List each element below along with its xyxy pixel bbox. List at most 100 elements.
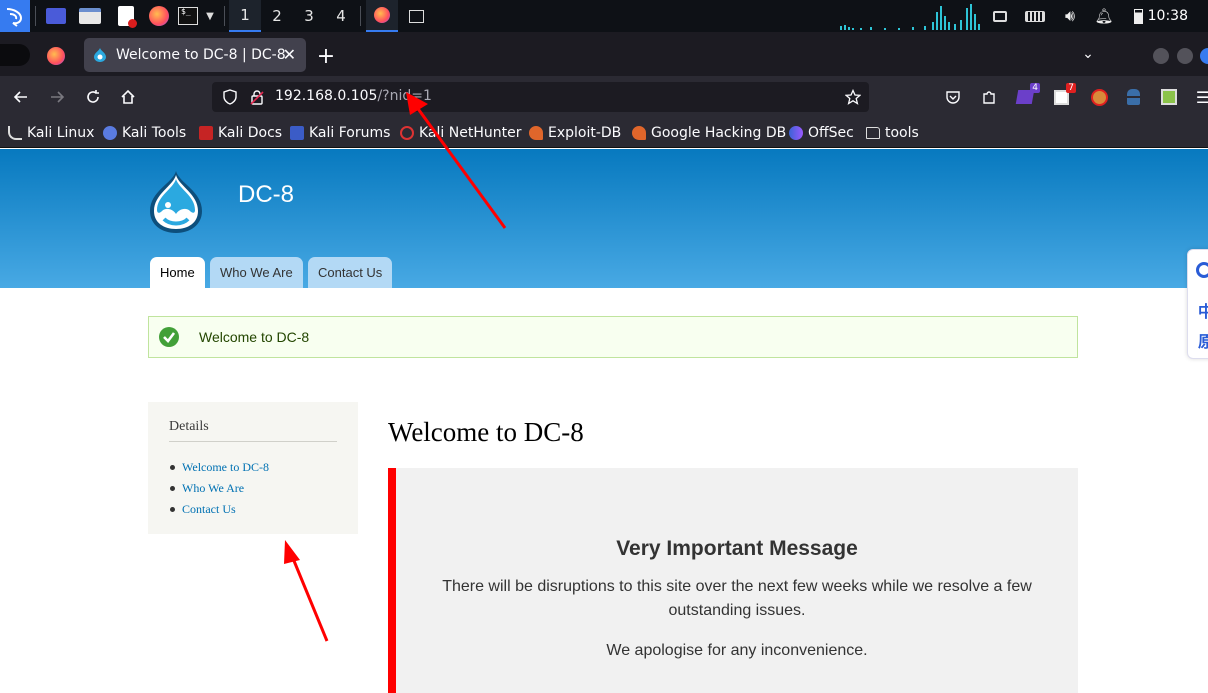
- file-manager-button[interactable]: [76, 0, 104, 32]
- page-title: Welcome to DC-8: [388, 417, 584, 447]
- url-text[interactable]: 192.168.0.105/?nid=1: [275, 88, 432, 104]
- tab-strip: Welcome to DC-8 | DC-8 ✕ + ⌄: [0, 32, 1208, 76]
- url-host: 192.168.0.105: [275, 88, 378, 104]
- tab-contact-us[interactable]: Contact Us: [308, 257, 393, 288]
- bookmark-kali-linux[interactable]: Kali Linux: [8, 124, 94, 142]
- bookmark-offsec[interactable]: OffSec: [789, 124, 854, 142]
- list-item: Contact Us: [169, 499, 269, 520]
- minimize-button[interactable]: [1153, 48, 1169, 64]
- url-bar[interactable]: 192.168.0.105/?nid=1: [212, 82, 869, 112]
- reload-icon: [87, 90, 99, 103]
- site-header: DC-8 Home Who We Are Contact Us: [0, 149, 1208, 288]
- extension-book-icon: [1161, 89, 1177, 105]
- bookmarks-toolbar: Kali Linux Kali Tools Kali Docs Kali For…: [0, 118, 1208, 148]
- kali-menu-button[interactable]: [0, 0, 30, 32]
- tab-home[interactable]: Home: [150, 257, 205, 288]
- sidebar-title: Details: [169, 419, 209, 434]
- folder-icon: [866, 127, 880, 139]
- cpu-graph: [840, 4, 980, 30]
- clock[interactable]: 10:38: [1148, 0, 1188, 32]
- tab-dc8[interactable]: Welcome to DC-8 | DC-8 ✕: [84, 38, 306, 72]
- desktop-icon: [46, 8, 66, 24]
- bookmark-kali-forums[interactable]: Kali Forums: [290, 124, 390, 142]
- power-tray[interactable]: [1130, 0, 1146, 32]
- terminal-launcher[interactable]: $_: [176, 0, 200, 32]
- desktop-button[interactable]: [42, 0, 70, 32]
- close-tab-icon[interactable]: ✕: [283, 45, 296, 64]
- extension-4-button[interactable]: [1118, 82, 1148, 112]
- important-message-block: Very Important Message There will be dis…: [388, 468, 1078, 693]
- puzzle-icon: [983, 91, 995, 104]
- screen-icon: [993, 10, 1007, 22]
- taskbar: $_ ▼ 1 2 3 4 🔊︎ 🔔︎ 10:38: [0, 0, 1208, 32]
- pocket-icon: [946, 91, 960, 104]
- chevron-down-icon: ▼: [206, 10, 214, 22]
- check-circle-icon: [159, 327, 179, 347]
- extension-5-button[interactable]: [1154, 82, 1184, 112]
- pocket-button[interactable]: [938, 82, 968, 112]
- widget-logo-icon: [1196, 262, 1208, 278]
- sidebar-link-who-we-are[interactable]: Who We Are: [182, 481, 244, 496]
- bookmark-kali-tools[interactable]: Kali Tools: [103, 124, 186, 142]
- close-window-button[interactable]: [1200, 48, 1208, 64]
- volume-tray[interactable]: 🔊︎: [1060, 0, 1080, 32]
- extension-1-button[interactable]: 4: [1010, 82, 1040, 112]
- forward-button[interactable]: [42, 82, 72, 112]
- bookmark-exploit-db[interactable]: Exploit-DB: [529, 124, 621, 142]
- reload-button[interactable]: [78, 82, 108, 112]
- extensions-button[interactable]: [974, 82, 1004, 112]
- tab-who-we-are[interactable]: Who We Are: [210, 257, 303, 288]
- important-apology: We apologise for any inconvenience.: [606, 642, 868, 659]
- shield-icon[interactable]: [222, 89, 238, 105]
- menu-button[interactable]: ☰: [1188, 82, 1208, 112]
- terminal-window-button[interactable]: [402, 0, 430, 32]
- extension-3-button[interactable]: [1084, 82, 1114, 112]
- bell-icon: 🔔︎: [1094, 7, 1114, 25]
- workspace-4[interactable]: 4: [325, 0, 357, 32]
- back-button[interactable]: [6, 82, 36, 112]
- extension-cookie-icon: [1090, 88, 1108, 106]
- offsec-icon: [789, 126, 803, 140]
- navigation-toolbar: 192.168.0.105/?nid=1 4 7 ☰: [0, 76, 1208, 118]
- keyboard-tray[interactable]: [1024, 0, 1046, 32]
- firefox-icon: [149, 6, 169, 26]
- screenshot-tray[interactable]: [990, 0, 1010, 32]
- keyboard-icon: [1025, 10, 1045, 22]
- home-button[interactable]: [113, 82, 143, 112]
- workspace-1[interactable]: 1: [229, 0, 261, 32]
- bookmark-kali-docs[interactable]: Kali Docs: [199, 124, 282, 142]
- firefox-launcher[interactable]: [145, 0, 173, 32]
- kali-menu-icon: [6, 8, 23, 27]
- side-widget[interactable]: 中 原: [1187, 249, 1208, 359]
- notifications-tray[interactable]: 🔔︎: [1094, 0, 1114, 32]
- extension-2-button[interactable]: 7: [1046, 82, 1076, 112]
- firefox-window-button[interactable]: [366, 0, 398, 32]
- site-name[interactable]: DC-8: [238, 181, 294, 209]
- bookmark-star-icon[interactable]: [845, 89, 861, 105]
- exploit-db-icon: [529, 126, 543, 140]
- bookmark-folder-tools[interactable]: tools: [866, 124, 919, 142]
- bookmark-kali-nethunter[interactable]: Kali NetHunter: [400, 124, 521, 142]
- drupal-logo-icon[interactable]: [146, 169, 206, 235]
- bookmark-google-hacking-db[interactable]: Google Hacking DB: [632, 124, 786, 142]
- workspace-2[interactable]: 2: [261, 0, 293, 32]
- drupal-favicon-icon: [94, 48, 106, 62]
- sidebar-link-welcome[interactable]: Welcome to DC-8: [182, 460, 269, 475]
- list-all-tabs-button[interactable]: ⌄: [1078, 44, 1098, 64]
- maximize-button[interactable]: [1177, 48, 1193, 64]
- workspace-3[interactable]: 3: [293, 0, 325, 32]
- launcher-dropdown[interactable]: ▼: [202, 0, 218, 32]
- widget-char-1: 中: [1198, 302, 1208, 321]
- nethunter-icon: [400, 126, 414, 140]
- ghdb-icon: [632, 126, 646, 140]
- hamburger-icon: ☰: [1195, 87, 1208, 107]
- firefox-view-button[interactable]: [44, 44, 68, 68]
- url-query: /?nid=1: [377, 88, 432, 104]
- new-tab-button[interactable]: +: [314, 43, 338, 69]
- widget-char-2: 原: [1198, 332, 1208, 351]
- extension-2-badge: 7: [1066, 83, 1076, 93]
- text-editor-button[interactable]: [112, 0, 140, 32]
- sidebar-link-contact-us[interactable]: Contact Us: [182, 502, 236, 517]
- plus-icon: +: [316, 43, 336, 69]
- insecure-lock-icon[interactable]: [249, 89, 265, 105]
